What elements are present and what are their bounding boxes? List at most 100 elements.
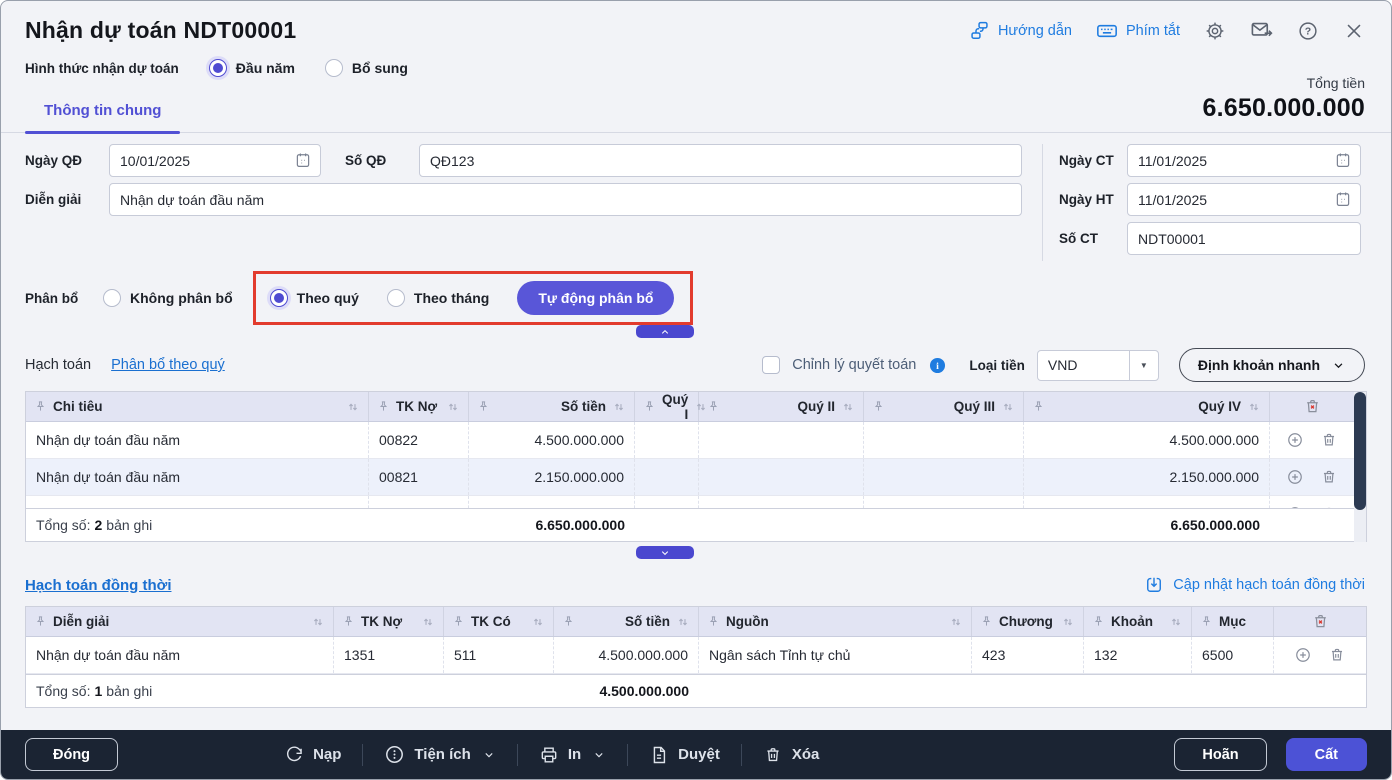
delete-row-button[interactable] (1320, 468, 1338, 486)
postpone-button[interactable]: Hoãn (1174, 738, 1267, 771)
sort-arrows-icon[interactable] (446, 400, 460, 414)
save-button[interactable]: Cất (1285, 738, 1367, 771)
sort-arrows-icon[interactable] (1247, 400, 1261, 414)
sort-arrows-icon[interactable] (311, 615, 325, 629)
pin-icon[interactable] (1032, 400, 1045, 413)
pin-icon[interactable] (707, 400, 720, 413)
pin-icon[interactable] (1200, 615, 1213, 628)
delete-row-button[interactable] (1328, 646, 1346, 664)
sort-arrows-icon[interactable] (841, 400, 855, 414)
table-row[interactable]: Nhận dự toán đầu năm 00821 2.150.000.000… (26, 459, 1366, 496)
add-row-button[interactable] (1286, 468, 1304, 486)
pin-icon[interactable] (477, 400, 490, 413)
pin-icon[interactable] (1092, 615, 1105, 628)
delete-row-button[interactable] (1320, 431, 1338, 449)
close-dialog-button[interactable]: Đóng (25, 738, 119, 771)
trash-x-icon[interactable] (1303, 397, 1322, 416)
col-quy-4-header[interactable]: Quý IV (1024, 392, 1270, 421)
pin-icon[interactable] (562, 615, 575, 628)
col-delete-header[interactable] (1270, 392, 1354, 421)
col-chuong-header[interactable]: Chương (972, 607, 1084, 636)
ngay-ct-input[interactable] (1127, 144, 1361, 177)
print-button[interactable]: In (518, 745, 627, 765)
pin-icon[interactable] (34, 400, 47, 413)
add-row-button[interactable] (1286, 505, 1304, 508)
pin-icon[interactable] (707, 615, 720, 628)
table-row-clipped[interactable]: Nhận dự toán đầu năm 00820 (26, 496, 1366, 508)
info-circle-icon[interactable] (928, 356, 947, 375)
col-chi-tieu-header[interactable]: Chi tiêu (26, 392, 369, 421)
col-tk-co-header[interactable]: TK Có (444, 607, 554, 636)
col-so-tien-header[interactable]: Số tiền (469, 392, 635, 421)
so-ct-input[interactable] (1127, 222, 1361, 255)
table-scrollbar-track[interactable] (1354, 392, 1366, 542)
settings-button[interactable] (1204, 20, 1226, 42)
update-dong-thoi-link[interactable]: Cập nhật hạch toán đồng thời (1144, 575, 1365, 595)
sort-arrows-icon[interactable] (346, 400, 360, 414)
col-dien-giai-header[interactable]: Diễn giải (26, 607, 334, 636)
col-quy-1-header[interactable]: Quý I (635, 392, 699, 422)
delete-row-button[interactable] (1320, 505, 1338, 508)
sort-arrows-icon[interactable] (1061, 615, 1075, 629)
col-so-tien-header[interactable]: Số tiền (554, 607, 699, 636)
help-button[interactable] (1297, 20, 1319, 42)
table-row[interactable]: Nhận dự toán đầu năm 1351 511 4.500.000.… (26, 637, 1366, 674)
pin-icon[interactable] (980, 615, 993, 628)
delete-button[interactable]: Xóa (742, 745, 841, 765)
add-row-button[interactable] (1286, 431, 1304, 449)
pin-icon[interactable] (377, 400, 390, 413)
col-muc-header[interactable]: Mục (1192, 607, 1274, 636)
quick-entry-button[interactable]: Định khoản nhanh (1178, 348, 1365, 382)
col-tk-no-header[interactable]: TK Nợ (369, 392, 469, 421)
plus-circle-icon (1286, 468, 1304, 486)
radio-bo-sung[interactable]: Bổ sung (324, 59, 408, 77)
dien-giai-input[interactable] (109, 183, 1022, 216)
feedback-button[interactable] (1250, 19, 1273, 42)
sort-arrows-icon[interactable] (676, 615, 690, 629)
sort-arrows-icon[interactable] (531, 615, 545, 629)
radio-theo-thang[interactable]: Theo tháng (386, 289, 489, 307)
utilities-button[interactable]: Tiện ích (363, 744, 516, 765)
trash-x-icon[interactable] (1311, 612, 1330, 631)
col-quy-2-header[interactable]: Quý II (699, 392, 864, 421)
col-delete-header[interactable] (1274, 607, 1366, 636)
sort-arrows-icon[interactable] (421, 615, 435, 629)
ngay-ht-input[interactable] (1127, 183, 1361, 216)
close-button[interactable] (1343, 20, 1365, 42)
chinh-ly-checkbox[interactable] (762, 356, 781, 374)
reload-button[interactable]: Nạp (284, 745, 362, 765)
auto-allocate-button[interactable]: Tự động phân bổ (517, 281, 675, 315)
guide-link[interactable]: Hướng dẫn (969, 20, 1072, 41)
sort-arrows-icon[interactable] (612, 400, 626, 414)
ngay-qd-input[interactable] (109, 144, 321, 177)
currency-select[interactable]: VND ▼ (1036, 349, 1159, 381)
table-row[interactable]: Nhận dự toán đầu năm 00822 4.500.000.000… (26, 422, 1366, 459)
col-nguon-header[interactable]: Nguồn (699, 607, 972, 636)
collapse-down-button[interactable] (636, 546, 694, 559)
pin-icon[interactable] (452, 615, 465, 628)
phan-bo-theo-quy-link[interactable]: Phân bổ theo quý (111, 357, 225, 373)
record-count: Tổng số: 1 bản ghi (36, 683, 153, 699)
table-scrollbar-thumb[interactable] (1354, 392, 1366, 510)
col-tk-no-header[interactable]: TK Nợ (334, 607, 444, 636)
add-row-button[interactable] (1294, 646, 1312, 664)
pin-icon[interactable] (34, 615, 47, 628)
radio-dau-nam[interactable]: Đầu năm (208, 59, 295, 77)
pin-icon[interactable] (872, 400, 885, 413)
dong-thoi-title-link[interactable]: Hạch toán đồng thời (25, 577, 171, 594)
sort-arrows-icon[interactable] (1169, 615, 1183, 629)
collapse-up-button[interactable] (636, 325, 694, 338)
radio-khong-phan-bo[interactable]: Không phân bổ (103, 289, 233, 307)
approve-button[interactable]: Duyệt (628, 745, 741, 765)
pin-icon[interactable] (643, 400, 656, 413)
dots-circle-icon (384, 744, 405, 765)
radio-theo-quy[interactable]: Theo quý (269, 289, 359, 307)
tab-thong-tin-chung[interactable]: Thông tin chung (25, 102, 181, 134)
pin-icon[interactable] (342, 615, 355, 628)
so-qd-input[interactable] (419, 144, 1022, 177)
col-khoan-header[interactable]: Khoản (1084, 607, 1192, 636)
sort-arrows-icon[interactable] (949, 615, 963, 629)
col-quy-3-header[interactable]: Quý III (864, 392, 1024, 421)
shortcut-link[interactable]: Phím tắt (1096, 20, 1180, 42)
sort-arrows-icon[interactable] (1001, 400, 1015, 414)
